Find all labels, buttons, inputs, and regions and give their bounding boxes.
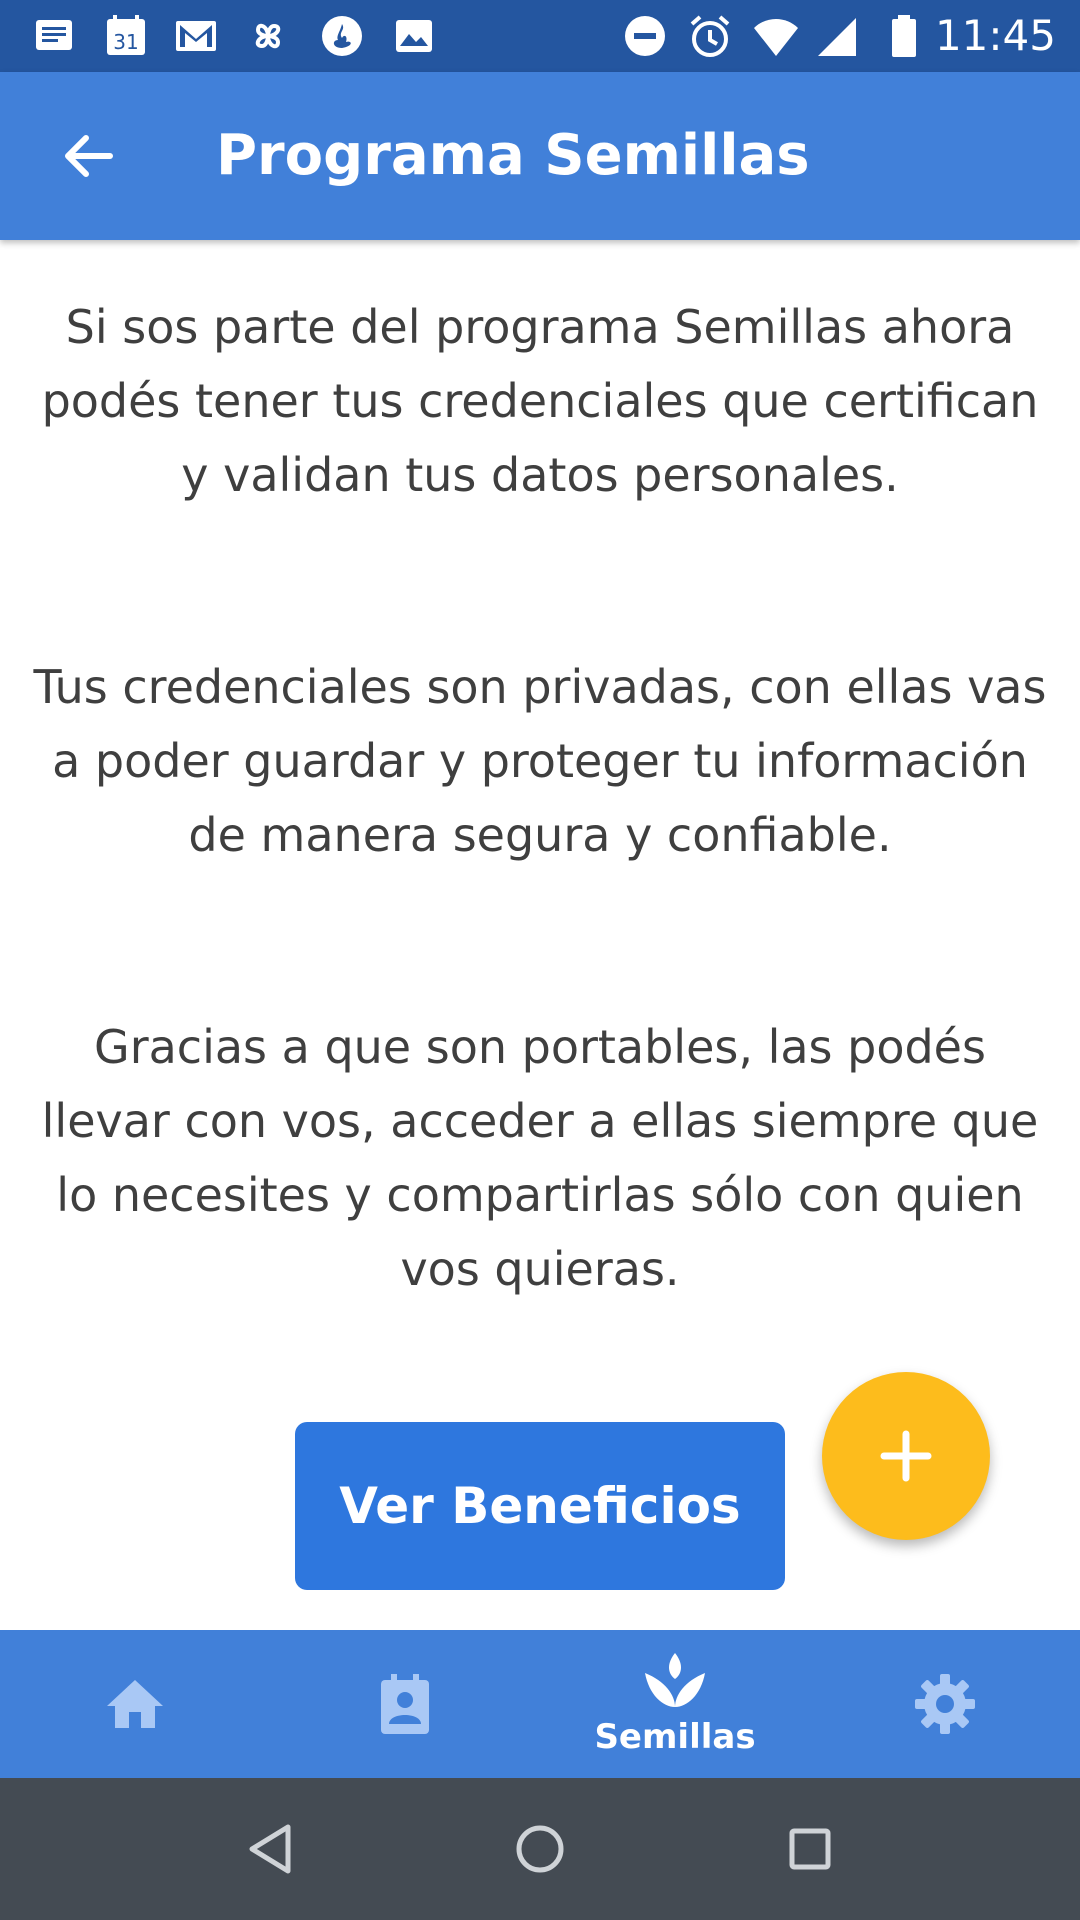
do-not-disturb-icon (625, 16, 665, 56)
pinwheel-icon (255, 23, 281, 49)
system-recents-button[interactable] (775, 1814, 845, 1884)
main-content: Si sos parte del programa Semillas ahora… (0, 240, 1080, 1630)
alarm-icon (690, 15, 730, 57)
nav-item-home[interactable] (0, 1630, 270, 1778)
page-title: Programa Semillas (216, 123, 810, 188)
image-icon (396, 20, 432, 52)
message-icon (36, 20, 72, 50)
ver-beneficios-button[interactable]: Ver Beneficios (295, 1422, 785, 1590)
privacy-paragraph: Tus credenciales son privadas, con ellas… (33, 660, 1047, 862)
plus-icon (880, 1430, 932, 1482)
nav-item-settings[interactable] (810, 1630, 1080, 1778)
status-bar: 31 11:45 (0, 0, 1080, 72)
portability-paragraph: Gracias a que son portables, las podés l… (41, 1020, 1039, 1296)
calendar-day-text: 31 (113, 30, 138, 54)
app-bar: Programa Semillas (0, 72, 1080, 240)
system-back-button[interactable] (235, 1814, 305, 1884)
santander-icon (322, 16, 362, 56)
nav-home-circle-icon (516, 1825, 564, 1873)
signal-icon (818, 18, 856, 56)
status-time: 11:45 (934, 11, 1056, 60)
intro-paragraph: Si sos parte del programa Semillas ahora… (41, 300, 1039, 502)
arrow-back-icon (65, 135, 113, 177)
contact-card-icon (381, 1674, 429, 1734)
system-navigation-bar (0, 1778, 1080, 1920)
sprout-icon (645, 1653, 705, 1707)
nav-label-semillas: Semillas (594, 1717, 756, 1757)
nav-item-semillas[interactable]: Semillas (540, 1630, 810, 1778)
back-button[interactable] (44, 112, 132, 200)
calendar-icon: 31 (102, 12, 150, 60)
wifi-icon (754, 19, 798, 56)
nav-recents-square-icon (789, 1828, 831, 1870)
home-icon (107, 1680, 163, 1728)
nav-back-triangle-icon (249, 1824, 291, 1874)
system-home-button[interactable] (505, 1814, 575, 1884)
add-fab-button[interactable] (822, 1372, 990, 1540)
gmail-icon (176, 21, 216, 51)
gear-icon (915, 1674, 975, 1734)
battery-icon (892, 15, 916, 57)
bottom-navigation: Semillas (0, 1630, 1080, 1778)
nav-item-credentials[interactable] (270, 1630, 540, 1778)
